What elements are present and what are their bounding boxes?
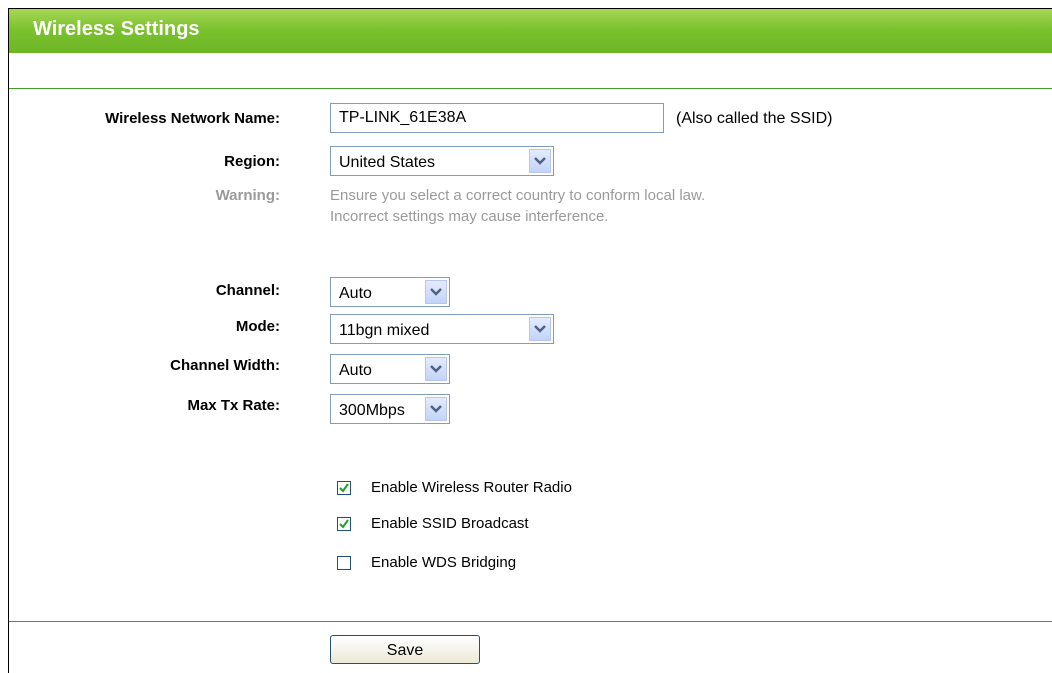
channel-width-label: Channel Width: [170, 357, 280, 374]
region-value: United States [339, 154, 436, 171]
max-tx-rate-value: 300Mbps [339, 402, 405, 419]
warning-line-2: Incorrect settings may cause interferenc… [330, 208, 609, 225]
region-select[interactable]: United States [330, 146, 554, 176]
chevron-down-icon[interactable] [529, 149, 551, 173]
enable-ssid-broadcast-label: Enable SSID Broadcast [371, 515, 529, 532]
chevron-down-icon[interactable] [425, 357, 447, 381]
ssid-hint: (Also called the SSID) [676, 110, 833, 127]
ssid-label: Wireless Network Name: [105, 110, 280, 127]
max-tx-rate-select[interactable]: 300Mbps [330, 394, 450, 424]
checkmark-icon [339, 483, 349, 493]
save-button[interactable]: Save [330, 635, 480, 664]
channel-width-select[interactable]: Auto [330, 354, 450, 384]
page-title: Wireless Settings [33, 18, 200, 40]
enable-wds-checkbox[interactable] [337, 556, 351, 570]
mode-label: Mode: [235, 318, 280, 335]
max-tx-rate-label: Max Tx Rate: [187, 397, 280, 414]
channel-width-value: Auto [339, 362, 372, 379]
warning-line-1: Ensure you select a correct country to c… [330, 187, 706, 204]
enable-wds-label: Enable WDS Bridging [371, 554, 517, 571]
enable-radio-checkbox[interactable] [337, 481, 351, 495]
checkmark-icon [339, 519, 349, 529]
top-divider [9, 88, 1052, 89]
enable-radio-label: Enable Wireless Router Radio [371, 479, 572, 496]
title-bar: Wireless Settings [9, 9, 1052, 53]
chevron-down-icon[interactable] [425, 397, 447, 421]
channel-value: Auto [339, 285, 372, 302]
region-label: Region: [224, 153, 280, 170]
ssid-input[interactable] [330, 103, 664, 133]
channel-label: Channel: [215, 282, 280, 299]
mode-select[interactable]: 11bgn mixed [330, 314, 554, 344]
bottom-divider [9, 621, 1052, 622]
channel-select[interactable]: Auto [330, 277, 450, 307]
chevron-down-icon[interactable] [529, 317, 551, 341]
chevron-down-icon[interactable] [425, 280, 447, 304]
warning-label: Warning: [215, 187, 280, 204]
enable-ssid-broadcast-checkbox[interactable] [337, 517, 351, 531]
mode-value: 11bgn mixed [339, 322, 430, 339]
